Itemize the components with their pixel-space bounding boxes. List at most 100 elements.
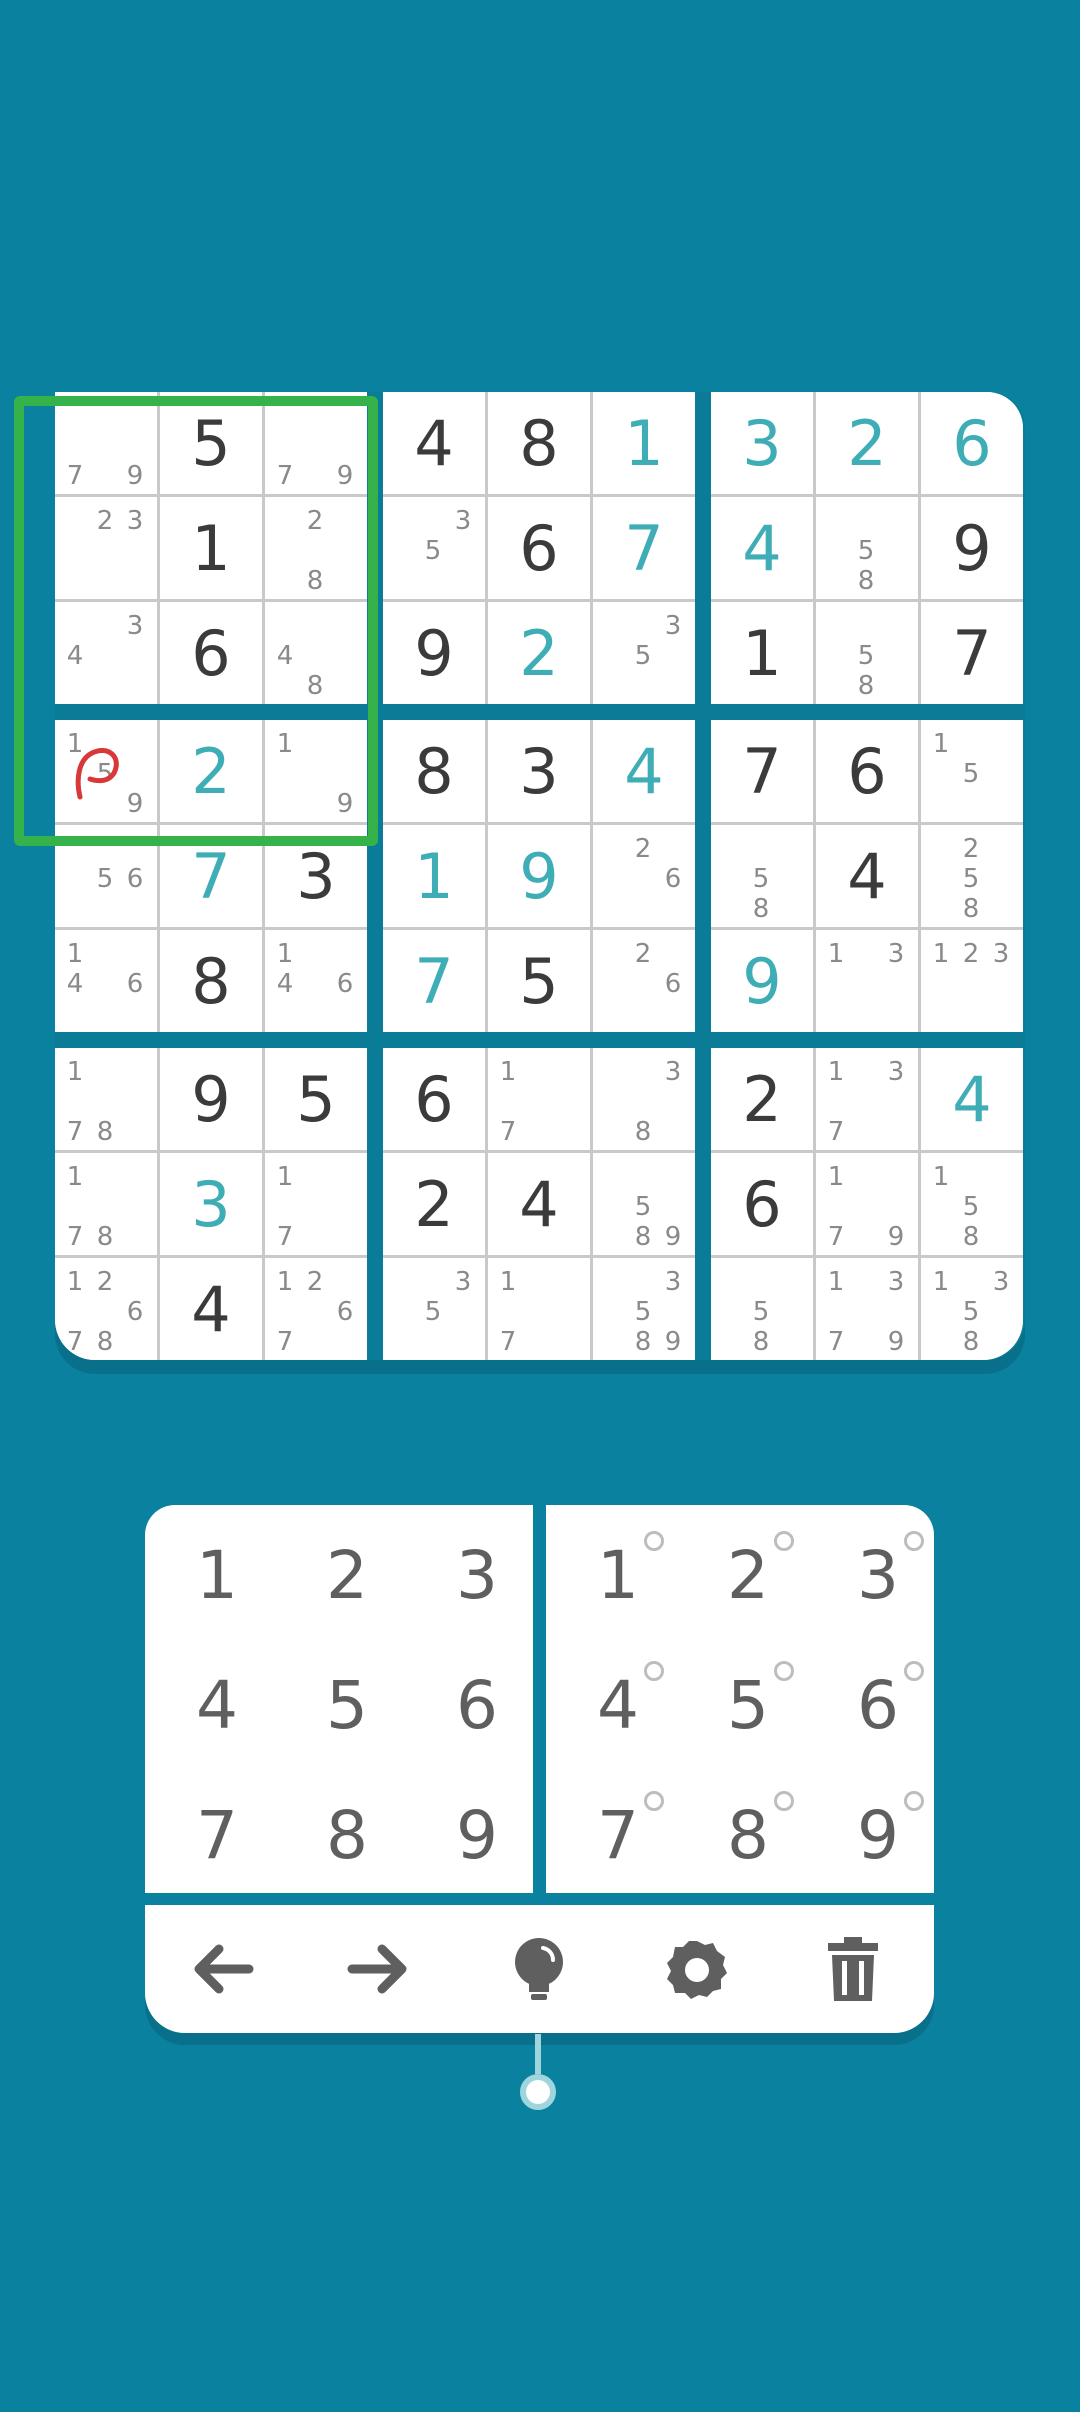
- sudoku-cell[interactable]: 79: [265, 392, 367, 494]
- sudoku-cell[interactable]: 4: [711, 497, 813, 599]
- sudoku-cell[interactable]: 1 3 7: [816, 1048, 918, 1150]
- sudoku-cell[interactable]: 19: [265, 720, 367, 822]
- sudoku-cell[interactable]: 17: [265, 1153, 367, 1255]
- candidate-key[interactable]: 9: [818, 1775, 938, 1895]
- digit-key[interactable]: 1: [157, 1515, 277, 1635]
- delete-button[interactable]: [813, 1929, 893, 2009]
- digit-key[interactable]: 6: [417, 1645, 537, 1765]
- sudoku-cell[interactable]: 13: [816, 930, 918, 1032]
- sudoku-cell[interactable]: 1: [711, 602, 813, 704]
- sudoku-cell[interactable]: 35: [383, 1258, 485, 1360]
- sudoku-cell[interactable]: 26: [593, 930, 695, 1032]
- sudoku-cell[interactable]: 15: [921, 720, 1023, 822]
- sudoku-cell[interactable]: 5: [265, 1048, 367, 1150]
- sudoku-cell[interactable]: 1 7 9: [816, 1153, 918, 1255]
- sudoku-cell[interactable]: 35: [593, 602, 695, 704]
- sudoku-cell[interactable]: 17: [488, 1048, 590, 1150]
- sudoku-cell[interactable]: 3: [711, 392, 813, 494]
- sudoku-cell[interactable]: 126 7: [265, 1258, 367, 1360]
- sudoku-cell[interactable]: 58: [816, 602, 918, 704]
- sudoku-cell[interactable]: 26: [593, 825, 695, 927]
- sudoku-cell[interactable]: 3589: [593, 1258, 695, 1360]
- sudoku-cell[interactable]: 4: [160, 1258, 262, 1360]
- digit-key[interactable]: 9: [417, 1775, 537, 1895]
- sudoku-cell[interactable]: 6: [488, 497, 590, 599]
- sudoku-cell[interactable]: 126 78: [55, 1258, 157, 1360]
- sudoku-cell[interactable]: 2: [488, 602, 590, 704]
- sudoku-cell[interactable]: 9: [383, 602, 485, 704]
- sudoku-cell[interactable]: 3: [265, 825, 367, 927]
- sudoku-cell[interactable]: 17: [488, 1258, 590, 1360]
- sudoku-cell[interactable]: 2: [816, 392, 918, 494]
- sudoku-cell[interactable]: 1 3 7 9: [816, 1258, 918, 1360]
- sudoku-cell[interactable]: 1: [383, 825, 485, 927]
- sudoku-cell[interactable]: 589: [593, 1153, 695, 1255]
- sudoku-cell[interactable]: 4: [921, 1048, 1023, 1150]
- sudoku-cell[interactable]: 1: [160, 497, 262, 599]
- sudoku-cell[interactable]: 34: [55, 602, 157, 704]
- sudoku-cell[interactable]: 7: [711, 720, 813, 822]
- sudoku-cell[interactable]: 5: [160, 392, 262, 494]
- sudoku-cell[interactable]: 1 78: [55, 1153, 157, 1255]
- digit-key[interactable]: 3: [417, 1515, 537, 1635]
- sudoku-cell[interactable]: 2: [383, 1153, 485, 1255]
- hint-button[interactable]: [499, 1929, 579, 2009]
- settings-button[interactable]: [657, 1929, 737, 2009]
- drag-handle[interactable]: [518, 2034, 558, 2124]
- digit-key[interactable]: 8: [287, 1775, 407, 1895]
- sudoku-cell[interactable]: 7: [160, 825, 262, 927]
- sudoku-cell[interactable]: 6: [711, 1153, 813, 1255]
- sudoku-cell[interactable]: 6: [816, 720, 918, 822]
- candidate-key[interactable]: 2: [688, 1515, 808, 1635]
- candidate-key[interactable]: 3: [818, 1515, 938, 1635]
- sudoku-cell[interactable]: 4: [488, 1153, 590, 1255]
- sudoku-cell[interactable]: 38: [593, 1048, 695, 1150]
- sudoku-cell[interactable]: 9: [160, 1048, 262, 1150]
- sudoku-cell[interactable]: 6: [921, 392, 1023, 494]
- sudoku-cell[interactable]: 56: [55, 825, 157, 927]
- sudoku-cell[interactable]: 159: [55, 720, 157, 822]
- sudoku-cell[interactable]: 7: [383, 930, 485, 1032]
- sudoku-cell[interactable]: 28: [265, 497, 367, 599]
- sudoku-cell[interactable]: 35: [383, 497, 485, 599]
- digit-key[interactable]: 4: [157, 1645, 277, 1765]
- sudoku-cell[interactable]: 8: [160, 930, 262, 1032]
- sudoku-cell[interactable]: 123: [921, 930, 1023, 1032]
- sudoku-cell[interactable]: 23: [55, 497, 157, 599]
- digit-key[interactable]: 7: [157, 1775, 277, 1895]
- candidate-key[interactable]: 5: [688, 1645, 808, 1765]
- digit-key[interactable]: 2: [287, 1515, 407, 1635]
- sudoku-cell[interactable]: 9: [921, 497, 1023, 599]
- sudoku-cell[interactable]: 58: [711, 1258, 813, 1360]
- sudoku-cell[interactable]: 2: [160, 720, 262, 822]
- sudoku-cell[interactable]: 2: [711, 1048, 813, 1150]
- sudoku-cell[interactable]: 58: [816, 497, 918, 599]
- sudoku-cell[interactable]: 4: [593, 720, 695, 822]
- sudoku-cell[interactable]: 6: [383, 1048, 485, 1150]
- sudoku-cell[interactable]: 3: [160, 1153, 262, 1255]
- sudoku-cell[interactable]: 58: [711, 825, 813, 927]
- sudoku-cell[interactable]: 9: [488, 825, 590, 927]
- sudoku-cell[interactable]: 1 78: [55, 1048, 157, 1150]
- candidate-key[interactable]: 4: [558, 1645, 678, 1765]
- sudoku-cell[interactable]: 3: [488, 720, 590, 822]
- sudoku-cell[interactable]: 79: [55, 392, 157, 494]
- sudoku-cell[interactable]: 5: [488, 930, 590, 1032]
- sudoku-cell[interactable]: 9: [711, 930, 813, 1032]
- sudoku-cell[interactable]: 14 6: [265, 930, 367, 1032]
- sudoku-cell[interactable]: 8: [383, 720, 485, 822]
- redo-button[interactable]: [339, 1929, 419, 2009]
- sudoku-cell[interactable]: 4: [816, 825, 918, 927]
- sudoku-cell[interactable]: 6: [160, 602, 262, 704]
- sudoku-cell[interactable]: 4: [383, 392, 485, 494]
- digit-key[interactable]: 5: [287, 1645, 407, 1765]
- sudoku-cell[interactable]: 1 358: [921, 1258, 1023, 1360]
- sudoku-cell[interactable]: 258: [921, 825, 1023, 927]
- candidate-key[interactable]: 6: [818, 1645, 938, 1765]
- sudoku-cell[interactable]: 7: [921, 602, 1023, 704]
- sudoku-cell[interactable]: 158: [921, 1153, 1023, 1255]
- candidate-key[interactable]: 8: [688, 1775, 808, 1895]
- undo-button[interactable]: [182, 1929, 262, 2009]
- sudoku-cell[interactable]: 1: [593, 392, 695, 494]
- sudoku-cell[interactable]: 8: [488, 392, 590, 494]
